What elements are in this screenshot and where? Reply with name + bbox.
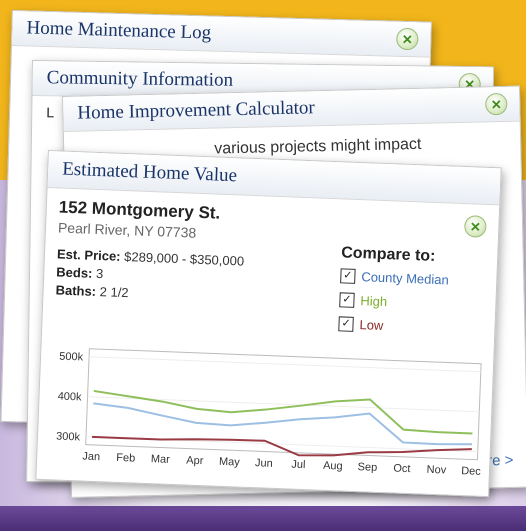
y-tick-label: 400k — [57, 391, 82, 404]
x-tick-label: Oct — [393, 462, 411, 475]
x-tick-label: Apr — [186, 455, 204, 468]
background-bottom-bar — [0, 506, 526, 531]
x-tick-label: Jul — [291, 459, 306, 472]
maintenance-log-title: Home Maintenance Log — [26, 17, 212, 44]
calculator-body-text: various projects might impact — [214, 135, 422, 158]
more-link[interactable]: re > — [487, 452, 514, 470]
community-body-text: L — [46, 104, 55, 121]
x-tick-label: Nov — [426, 464, 447, 477]
home-value-window[interactable]: Estimated Home Value ✕ 152 Montgomery St… — [35, 150, 502, 498]
x-tick-label: Jan — [82, 451, 100, 464]
y-tick-label: 500k — [59, 351, 84, 364]
close-icon[interactable]: ✕ — [396, 27, 419, 51]
x-tick-label: May — [219, 456, 241, 469]
y-tick-label: 300k — [56, 431, 81, 444]
x-tick-label: Feb — [116, 452, 135, 465]
close-icon[interactable]: ✕ — [485, 92, 508, 116]
x-tick-label: Jun — [255, 457, 273, 470]
x-tick-label: Aug — [323, 460, 343, 473]
calculator-title: Home Improvement Calculator — [77, 97, 316, 124]
x-tick-label: Mar — [151, 453, 171, 466]
home-value-chart: 500k 400k 300kJan Feb Mar Apr May Jun Jul Aug Sep O… — [56, 348, 482, 478]
community-info-title: Community Information — [46, 67, 234, 91]
x-tick-label: Sep — [357, 461, 377, 474]
x-tick-label: Dec — [461, 465, 482, 478]
